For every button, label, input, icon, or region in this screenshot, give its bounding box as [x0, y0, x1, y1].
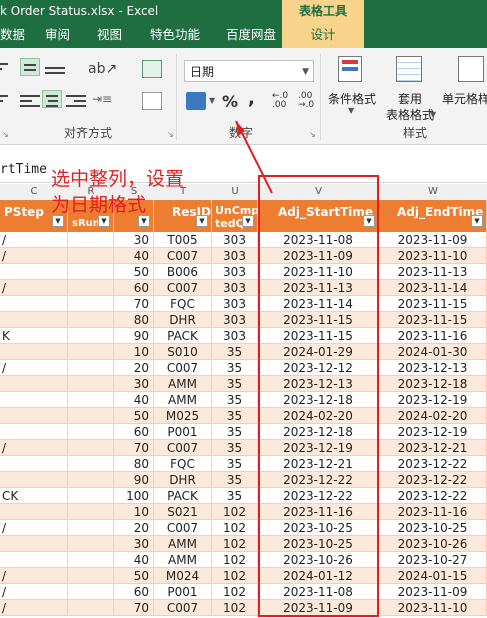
annotation-text: 选中整列，设置 为日期格式	[51, 166, 184, 218]
annotation-line-2: 为日期格式	[51, 194, 147, 216]
annotation-arrow	[235, 120, 273, 194]
annotation-line-1: 选中整列，设置	[51, 168, 185, 190]
